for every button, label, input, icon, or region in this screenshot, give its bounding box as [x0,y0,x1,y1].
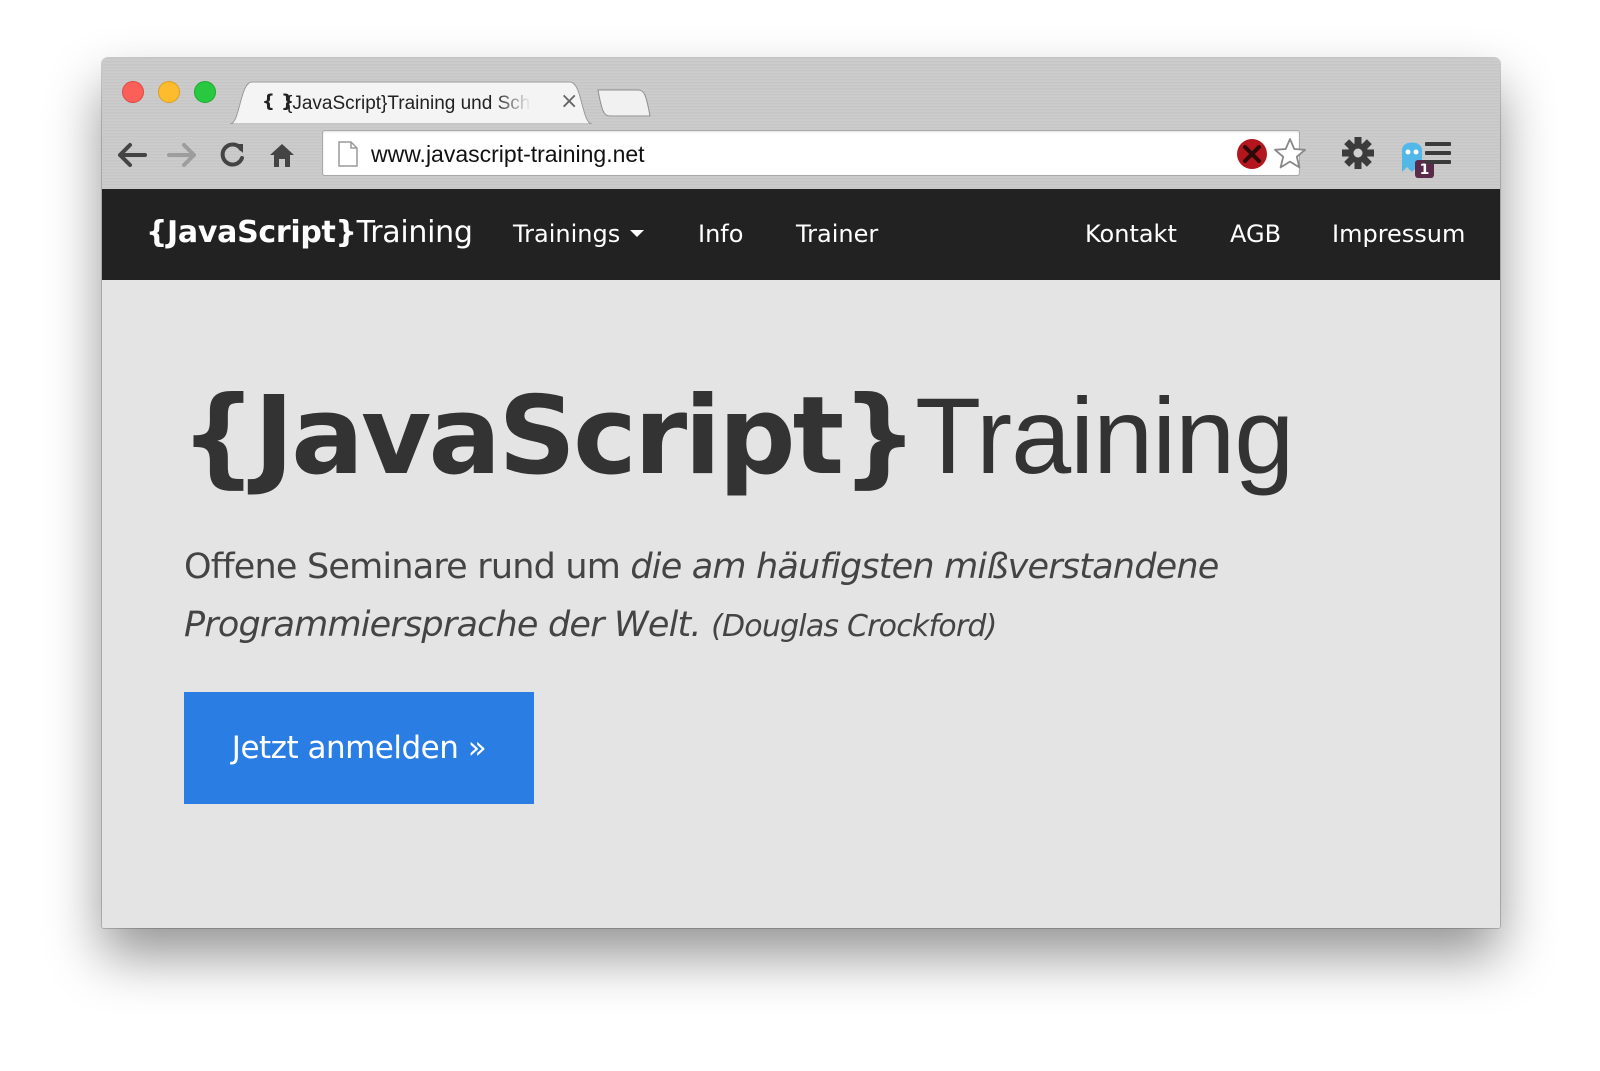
browser-window: { } {JavaScript}Training und Schulungen … [102,58,1500,928]
nav-item-impressum[interactable]: Impressum [1332,220,1465,248]
address-bar[interactable]: www.javascript-training.net [322,130,1306,176]
hero-title-bold: {JavaScript} [180,374,918,499]
nav-item-kontakt[interactable]: Kontakt [1085,220,1177,248]
tab-close-icon[interactable]: × [560,89,578,114]
nav-item-trainer[interactable]: Trainer [796,220,878,248]
gear-icon[interactable] [1340,136,1376,170]
chevron-down-icon [630,229,645,237]
hero-title: {JavaScript}Training [180,382,1294,491]
site-brand[interactable]: {JavaScript}Training [146,215,473,250]
back-icon[interactable] [114,138,150,172]
site-navbar: {JavaScript}Training Trainings Info Trai… [102,189,1500,280]
register-button[interactable]: Jetzt anmelden » [184,692,534,804]
hero-title-light: Training [915,375,1294,496]
blocked-icon[interactable] [1235,137,1269,171]
nav-item-trainings[interactable]: Trainings [513,220,645,248]
lead-plain: Offene Seminare rund um [184,547,631,587]
nav-item-info[interactable]: Info [698,220,743,248]
nav-item-agb[interactable]: AGB [1230,220,1281,248]
forward-icon[interactable] [164,138,200,172]
star-icon[interactable] [1273,137,1307,171]
minimize-window-button[interactable] [158,81,180,103]
brand-bold: {JavaScript} [146,215,357,250]
browser-tab[interactable]: { } {JavaScript}Training und Schulungen … [230,80,592,124]
menu-icon[interactable] [1420,136,1456,170]
new-tab-button[interactable] [596,88,652,118]
home-icon[interactable] [264,138,300,172]
brand-light: Training [356,215,473,250]
hero-section: {JavaScript}Training Offene Seminare run… [102,280,1500,928]
close-window-button[interactable] [122,81,144,103]
url-text[interactable]: www.javascript-training.net [371,141,645,168]
hero-lead: Offene Seminare rund um die am häufigste… [184,538,1334,656]
tab-title: {JavaScript}Training und Schulungen [286,93,531,114]
browser-chrome: { } {JavaScript}Training und Schulungen … [102,58,1500,190]
reload-icon[interactable] [214,138,250,172]
maximize-window-button[interactable] [194,81,216,103]
page-icon [338,141,358,167]
nav-item-label: Trainings [513,220,621,248]
lead-attribution: (Douglas Crockford) [711,609,997,644]
